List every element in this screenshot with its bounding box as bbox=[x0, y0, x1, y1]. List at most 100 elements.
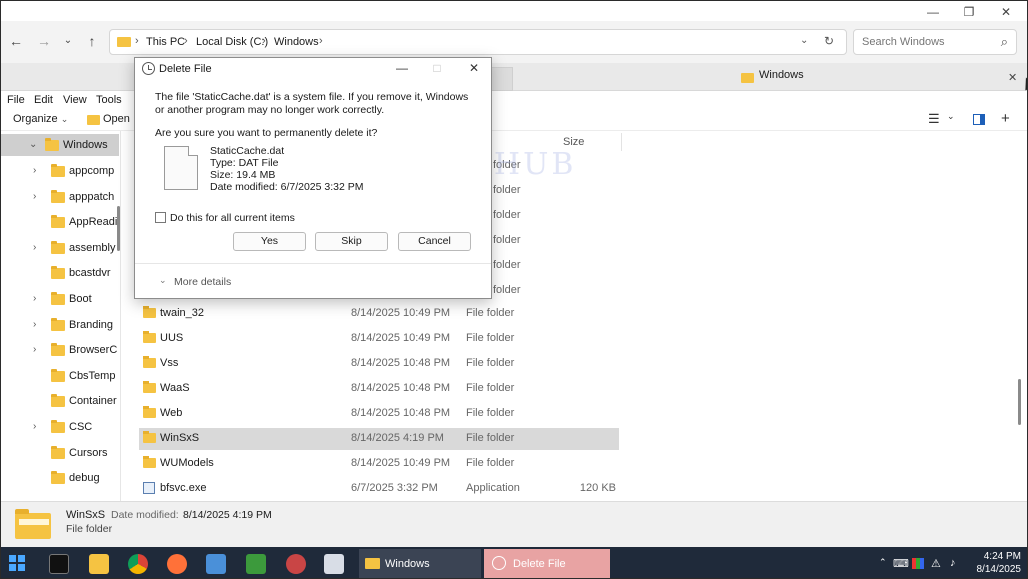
search-input[interactable] bbox=[862, 36, 982, 48]
table-row[interactable]: WaaS 8/14/2025 10:48 PM File folder bbox=[139, 378, 619, 400]
sidebar-item-apppatch[interactable]: › apppatch bbox=[1, 186, 121, 210]
tray-chevron-icon[interactable]: ⌃ bbox=[879, 557, 887, 568]
yes-button[interactable]: Yes bbox=[233, 232, 306, 251]
notepad-icon[interactable] bbox=[206, 554, 226, 574]
sidebar-item-assembly[interactable]: › assembly bbox=[1, 237, 121, 261]
sidebar-item-cursors[interactable]: Cursors bbox=[1, 442, 121, 466]
taskbar-windows-explorer[interactable]: Windows bbox=[359, 549, 481, 578]
breadcrumb-local-disk[interactable]: Local Disk (C:) bbox=[196, 36, 268, 48]
chevron-down-icon[interactable]: ⌄ bbox=[947, 111, 955, 122]
nav-scrollbar-thumb[interactable] bbox=[117, 206, 120, 251]
chevron-right-icon[interactable]: › bbox=[33, 242, 36, 253]
document-icon bbox=[164, 146, 198, 190]
start-icon[interactable] bbox=[9, 555, 25, 571]
sidebar-item-bcastdvr[interactable]: bcastdvr bbox=[1, 262, 121, 286]
apply-to-all-checkbox[interactable] bbox=[155, 212, 166, 223]
sidebar-item-container[interactable]: Container bbox=[1, 390, 121, 414]
system-clock[interactable]: 4:24 PM 8/14/2025 bbox=[961, 550, 1022, 576]
table-row[interactable]: UUS 8/14/2025 10:49 PM File folder bbox=[139, 328, 619, 350]
table-row[interactable]: twain_32 8/14/2025 10:49 PM File folder bbox=[139, 303, 619, 325]
chevron-down-icon[interactable]: ⌄ bbox=[159, 275, 167, 286]
sidebar-item-browserc[interactable]: › BrowserC bbox=[1, 339, 121, 363]
chrome-icon[interactable] bbox=[128, 554, 148, 574]
volume-icon[interactable]: ♪ bbox=[950, 557, 956, 569]
color-app-icon[interactable] bbox=[912, 558, 924, 569]
sidebar-item-branding[interactable]: › Branding bbox=[1, 314, 121, 338]
security-icon[interactable]: ⚠ bbox=[931, 557, 941, 570]
menu-view[interactable]: View bbox=[63, 94, 87, 106]
sidebar-item-appcomp[interactable]: › appcomp bbox=[1, 160, 121, 184]
file-name: bfsvc.exe bbox=[160, 482, 207, 494]
file-list-scrollbar-thumb[interactable] bbox=[1018, 379, 1021, 425]
minimize-button[interactable]: — bbox=[922, 5, 944, 19]
table-row[interactable]: WUModels 8/14/2025 10:49 PM File folder bbox=[139, 453, 619, 475]
close-tab-icon[interactable]: ✕ bbox=[1008, 71, 1017, 84]
back-arrow-icon[interactable]: ← bbox=[6, 31, 26, 51]
address-bar[interactable]: › This PC › Local Disk (C:) › Windows › … bbox=[109, 29, 847, 55]
dialog-close-button[interactable]: ✕ bbox=[464, 61, 484, 75]
sidebar-item-csc[interactable]: › CSC bbox=[1, 416, 121, 440]
more-details-toggle[interactable]: More details bbox=[174, 276, 231, 288]
cancel-button[interactable]: Cancel bbox=[398, 232, 471, 251]
restore-button[interactable]: ❐ bbox=[958, 5, 980, 19]
search-icon[interactable]: ⌕ bbox=[1001, 34, 1008, 50]
dialog-minimize-button[interactable]: — bbox=[392, 61, 412, 75]
column-divider[interactable] bbox=[621, 133, 622, 151]
chevron-down-icon[interactable]: ⌄ bbox=[29, 139, 37, 150]
table-row[interactable]: Web 8/14/2025 10:48 PM File folder bbox=[139, 403, 619, 425]
organize-button[interactable]: Organize ⌄ bbox=[13, 113, 68, 125]
terminal-icon[interactable] bbox=[49, 554, 69, 574]
chevron-right-icon[interactable]: › bbox=[33, 293, 36, 304]
chevron-right-icon[interactable]: › bbox=[33, 319, 36, 330]
tab-windows[interactable]: Windows bbox=[759, 69, 804, 81]
network-device-icon[interactable]: ⌨ bbox=[893, 557, 909, 570]
file-size: 120 KB bbox=[579, 482, 616, 494]
recent-locations-chevron-icon[interactable]: ⌄ bbox=[58, 31, 78, 51]
apply-to-all-label[interactable]: Do this for all current items bbox=[170, 212, 295, 224]
file-info-size: Size: 19.4 MB bbox=[210, 169, 276, 181]
breadcrumb-this-pc[interactable]: This PC bbox=[146, 36, 185, 48]
menu-file[interactable]: File bbox=[7, 94, 25, 106]
skip-button[interactable]: Skip bbox=[315, 232, 388, 251]
table-row[interactable]: bfsvc.exe 6/7/2025 3:32 PM Application 1… bbox=[139, 478, 619, 500]
sidebar-item-debug[interactable]: debug bbox=[1, 467, 121, 491]
calculator-icon[interactable] bbox=[324, 554, 344, 574]
file-type: File folder bbox=[466, 357, 515, 369]
menu-tools[interactable]: Tools bbox=[96, 94, 122, 106]
tab-inactive[interactable] bbox=[491, 67, 513, 91]
details-type: File folder bbox=[66, 523, 113, 535]
up-arrow-icon[interactable]: ↑ bbox=[82, 31, 102, 51]
sidebar-item-boot[interactable]: › Boot bbox=[1, 288, 121, 312]
add-icon[interactable]: + bbox=[1001, 110, 1010, 127]
taskbar-delete-label: Delete File bbox=[513, 558, 566, 570]
menu-edit[interactable]: Edit bbox=[34, 94, 53, 106]
folder-icon bbox=[117, 37, 131, 47]
table-row-selected[interactable]: WinSxS 8/14/2025 4:19 PM File folder bbox=[139, 428, 619, 450]
chevron-right-icon[interactable]: › bbox=[33, 421, 36, 432]
dialog-message: The file 'StaticCache.dat' is a system f… bbox=[155, 91, 469, 116]
close-window-button[interactable]: ✕ bbox=[995, 5, 1017, 19]
sidebar-item-appreadi[interactable]: AppReadi bbox=[1, 211, 121, 235]
chevron-right-icon[interactable]: › bbox=[33, 191, 36, 202]
details-modified-label: Date modified: bbox=[111, 509, 179, 521]
forward-arrow-icon[interactable]: → bbox=[34, 31, 54, 51]
sidebar-item-label: bcastdvr bbox=[69, 267, 111, 279]
breadcrumb-windows[interactable]: Windows bbox=[274, 36, 319, 48]
chevron-right-icon[interactable]: › bbox=[33, 165, 36, 176]
file-explorer-icon[interactable] bbox=[89, 554, 109, 574]
preview-pane-icon[interactable] bbox=[973, 114, 985, 125]
editor-icon[interactable] bbox=[246, 554, 266, 574]
taskbar-delete-file[interactable]: Delete File bbox=[484, 549, 610, 578]
open-button[interactable]: Open bbox=[103, 113, 130, 125]
dialog-title-bar[interactable]: Delete File — □ ✕ bbox=[135, 58, 491, 80]
sidebar-item-cbstemp[interactable]: CbsTemp bbox=[1, 365, 121, 389]
sidebar-item-windows[interactable]: ⌄ Windows bbox=[1, 134, 121, 158]
refresh-icon[interactable]: ↻ bbox=[824, 34, 834, 48]
chevron-right-icon[interactable]: › bbox=[33, 344, 36, 355]
view-menu-icon[interactable]: ☰ bbox=[928, 111, 940, 127]
tool-icon[interactable] bbox=[286, 554, 306, 574]
firefox-icon[interactable] bbox=[167, 554, 187, 574]
search-box[interactable]: ⌕ bbox=[853, 29, 1017, 55]
table-row[interactable]: Vss 8/14/2025 10:48 PM File folder bbox=[139, 353, 619, 375]
address-dropdown-icon[interactable]: ⌄ bbox=[800, 35, 808, 46]
